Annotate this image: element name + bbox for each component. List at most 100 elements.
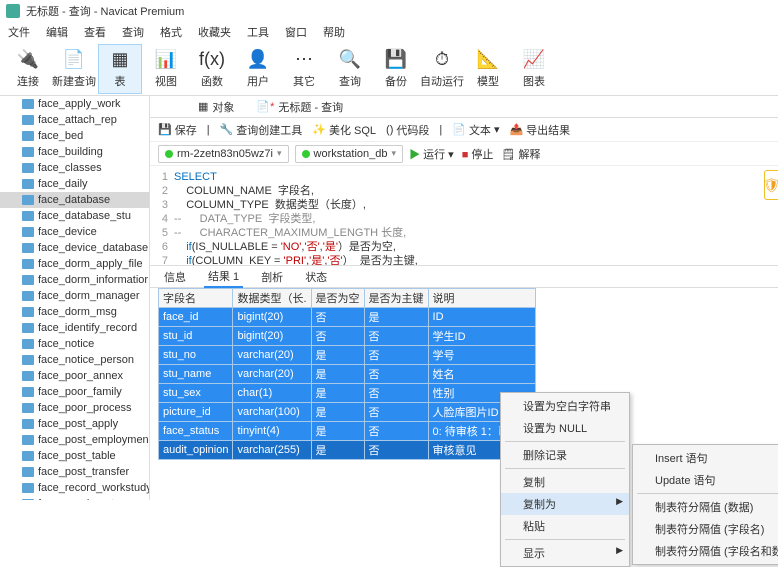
tree-item[interactable]: face_poor_family	[0, 384, 149, 400]
menu-帮助[interactable]: 帮助	[323, 24, 345, 40]
tool-新建查询[interactable]: 📄新建查询	[52, 44, 96, 94]
code-segment-button[interactable]: () 代码段	[386, 122, 429, 138]
tree-item[interactable]: face_apply_work	[0, 96, 149, 112]
tree-item[interactable]: face_post_table	[0, 448, 149, 464]
side-tab-handle[interactable]: 🛡	[764, 170, 778, 200]
menu-查看[interactable]: 查看	[84, 24, 106, 40]
tab-query[interactable]: 📄*无标题 - 查询	[248, 97, 351, 117]
table-row[interactable]: picture_idvarchar(100)是否人脸库图片ID	[159, 403, 536, 422]
tree-item[interactable]: face_repair_note	[0, 496, 149, 500]
tree-item[interactable]: face_attach_rep	[0, 112, 149, 128]
menu-窗口[interactable]: 窗口	[285, 24, 307, 40]
tree-item[interactable]: face_notice	[0, 336, 149, 352]
tree-item[interactable]: face_bed	[0, 128, 149, 144]
tree-item[interactable]: face_post_apply	[0, 416, 149, 432]
table-row[interactable]: stu_sexchar(1)是否性别	[159, 384, 536, 403]
tree-item[interactable]: face_database_stu	[0, 208, 149, 224]
table-row[interactable]: stu_novarchar(20)是否学号	[159, 346, 536, 365]
tree-item[interactable]: face_notice_person	[0, 352, 149, 368]
tool-函数[interactable]: f(x)函数	[190, 44, 234, 94]
tool-其它[interactable]: ⋯其它	[282, 44, 326, 94]
ctx-item[interactable]: 设置为空白字符串	[501, 395, 629, 417]
tree-item[interactable]: face_dorm_informatior	[0, 272, 149, 288]
menu-格式[interactable]: 格式	[160, 24, 182, 40]
tree-item[interactable]: face_dorm_apply_file	[0, 256, 149, 272]
tree-item[interactable]: face_post_transfer	[0, 464, 149, 480]
table-row[interactable]: face_statustinyint(4)是否0: 待审核 1：已通过	[159, 422, 536, 441]
col-header[interactable]: 是否为空	[311, 289, 364, 308]
tool-用户[interactable]: 👤用户	[236, 44, 280, 94]
tree-item[interactable]: face_poor_annex	[0, 368, 149, 384]
table-row[interactable]: stu_namevarchar(20)是否姓名	[159, 365, 536, 384]
模型-icon: 📐	[477, 49, 499, 71]
object-tree[interactable]: face_apply_workface_attach_repface_bedfa…	[0, 96, 150, 500]
ctx-item[interactable]: 设置为 NULL	[501, 417, 629, 439]
query-builder-button[interactable]: 🔧 查询创建工具	[220, 122, 303, 138]
ctx-item[interactable]: Update 语句	[633, 469, 778, 491]
table-row[interactable]: stu_idbigint(20)否否学生ID	[159, 327, 536, 346]
tree-item[interactable]: face_dorm_msg	[0, 304, 149, 320]
ctx-item[interactable]: 复制	[501, 471, 629, 493]
col-header[interactable]: 数据类型（长.	[233, 289, 311, 308]
tool-视图[interactable]: 📊视图	[144, 44, 188, 94]
context-menu[interactable]: 设置为空白字符串设置为 NULL 删除记录复制复制为▶粘贴显示▶	[500, 392, 630, 567]
menu-文件[interactable]: 文件	[8, 24, 30, 40]
run-button[interactable]: ▶ 运行 ▾	[409, 146, 454, 162]
col-header[interactable]: 是否为主键	[364, 289, 428, 308]
ctx-item[interactable]: 制表符分隔值 (数据)	[633, 496, 778, 518]
tree-item[interactable]: face_device_database	[0, 240, 149, 256]
tree-item[interactable]: face_record_workstudy	[0, 480, 149, 496]
explain-button[interactable]: 🗒 解释	[501, 146, 540, 162]
result-grid[interactable]: 字段名数据类型（长.是否为空是否为主键说明face_idbigint(20)否是…	[150, 288, 778, 460]
menu-工具[interactable]: 工具	[247, 24, 269, 40]
ctx-item[interactable]: 删除记录	[501, 444, 629, 466]
tree-item[interactable]: face_device	[0, 224, 149, 240]
table-row[interactable]: audit_opinionvarchar(255)是否审核意见	[159, 441, 536, 460]
tool-备份[interactable]: 💾备份	[374, 44, 418, 94]
title-bar: 无标题 - 查询 - Navicat Premium	[0, 0, 778, 22]
main-toolbar: 🔌连接📄新建查询▦表📊视图f(x)函数👤用户⋯其它🔍查询💾备份⏱自动运行📐模型📈…	[0, 42, 778, 96]
tree-item[interactable]: face_database	[0, 192, 149, 208]
ctx-item[interactable]: 复制为▶	[501, 493, 629, 515]
menu-收藏夹[interactable]: 收藏夹	[198, 24, 231, 40]
col-header[interactable]: 说明	[428, 289, 535, 308]
export-result-button[interactable]: 📤 导出结果	[509, 122, 570, 138]
context-submenu[interactable]: Insert 语句Update 语句制表符分隔值 (数据)制表符分隔值 (字段名…	[632, 444, 778, 565]
tool-模型[interactable]: 📐模型	[466, 44, 510, 94]
sql-editor[interactable]: 1SELECT2 COLUMN_NAME 字段名,3 COLUMN_TYPE 数…	[150, 166, 778, 266]
tool-查询[interactable]: 🔍查询	[328, 44, 372, 94]
tree-item[interactable]: face_poor_process	[0, 400, 149, 416]
ctx-item[interactable]: Insert 语句	[633, 447, 778, 469]
tree-item[interactable]: face_dorm_manager	[0, 288, 149, 304]
server-combo[interactable]: rm-2zetn83n05wz7i▾	[158, 145, 289, 163]
tree-item[interactable]: face_building	[0, 144, 149, 160]
table-row[interactable]: face_idbigint(20)否是ID	[159, 308, 536, 327]
col-header[interactable]: 字段名	[159, 289, 233, 308]
stop-button[interactable]: ■ 停止	[462, 146, 494, 162]
result-tab-0[interactable]: 信息	[160, 267, 190, 287]
ctx-item[interactable]: 制表符分隔值 (字段名)	[633, 518, 778, 540]
table-icon	[22, 179, 34, 189]
text-button[interactable]: 📄 文本 ▾	[452, 122, 499, 138]
tree-item[interactable]: face_identify_record	[0, 320, 149, 336]
tool-自动运行[interactable]: ⏱自动运行	[420, 44, 464, 94]
tree-item[interactable]: face_post_employmen	[0, 432, 149, 448]
beautify-sql-button[interactable]: ✨ 美化 SQL	[312, 122, 376, 138]
result-tab-1[interactable]: 结果 1	[204, 266, 243, 288]
table-icon	[22, 323, 34, 333]
tree-item[interactable]: face_daily	[0, 176, 149, 192]
tool-连接[interactable]: 🔌连接	[6, 44, 50, 94]
tree-item[interactable]: face_classes	[0, 160, 149, 176]
tool-图表[interactable]: 📈图表	[512, 44, 556, 94]
tab-objects[interactable]: ▦对象	[190, 97, 242, 117]
ctx-item[interactable]: 制表符分隔值 (字段名和数据)	[633, 540, 778, 562]
menu-编辑[interactable]: 编辑	[46, 24, 68, 40]
result-tab-3[interactable]: 状态	[301, 267, 331, 287]
ctx-item[interactable]: 粘贴	[501, 515, 629, 537]
save-button[interactable]: 💾 保存	[158, 122, 197, 138]
tool-表[interactable]: ▦表	[98, 44, 142, 94]
database-combo[interactable]: workstation_db▾	[295, 145, 404, 163]
menu-查询[interactable]: 查询	[122, 24, 144, 40]
result-tab-2[interactable]: 剖析	[257, 267, 287, 287]
ctx-item[interactable]: 显示▶	[501, 542, 629, 564]
